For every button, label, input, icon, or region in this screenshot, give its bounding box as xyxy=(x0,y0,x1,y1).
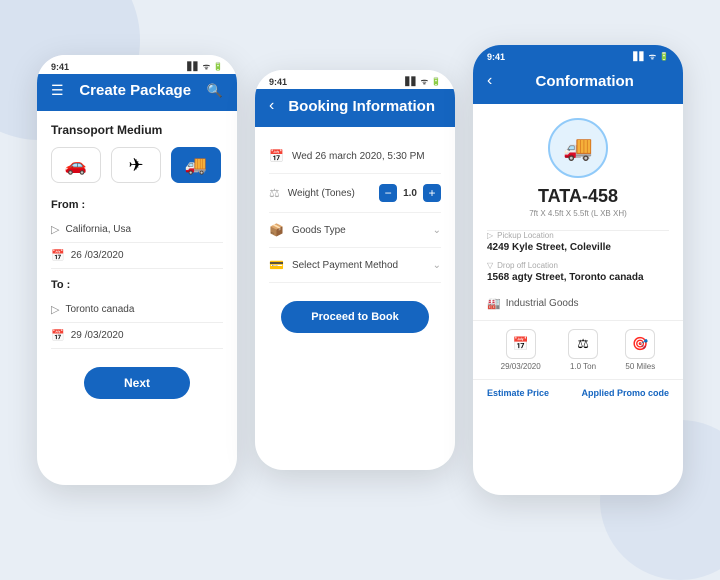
pickup-label: ▷ Pickup Location xyxy=(487,231,669,240)
datetime-value: Wed 26 march 2020, 5:30 PM xyxy=(292,151,441,162)
weight-info-item: ⚖ 1.0 Ton xyxy=(568,329,598,371)
goods-tag-icon: 🏭 xyxy=(487,297,501,310)
transport-options: 🚗 ✈ 🚚 xyxy=(51,147,223,183)
calendar-icon-booking: 📅 xyxy=(269,149,284,163)
to-label: To : xyxy=(51,279,223,291)
phone2-body: 📅 Wed 26 march 2020, 5:30 PM ⚖ Weight (T… xyxy=(255,127,455,345)
action-row: Estimate Price Applied Promo code xyxy=(473,379,683,408)
status-bar-1: 9:41 ▋▋ᯤ🔋 xyxy=(37,55,237,74)
phone1-body: Transoport Medium 🚗 ✈ 🚚 From : ▷ Califor… xyxy=(37,111,237,411)
chevron-payment-icon: ⌄ xyxy=(433,260,441,271)
location-icon-from: ▷ xyxy=(51,223,59,236)
estimate-price-link[interactable]: Estimate Price xyxy=(487,388,549,398)
chevron-goods-icon: ⌄ xyxy=(433,225,441,236)
pickup-value: 4249 Kyle Street, Coleville xyxy=(487,242,669,253)
from-label: From : xyxy=(51,199,223,211)
pickup-section: ▷ Pickup Location 4249 Kyle Street, Cole… xyxy=(473,231,683,297)
from-date-value: 26 /03/2020 xyxy=(71,250,124,261)
datetime-row: 📅 Wed 26 march 2020, 5:30 PM xyxy=(269,139,441,174)
status-bar-3: 9:41 ▋▋ᯤ🔋 xyxy=(473,45,683,64)
signal-icons-2: ▋▋ᯤ🔋 xyxy=(405,76,441,87)
next-button[interactable]: Next xyxy=(84,367,190,399)
page-title-1: Create Package xyxy=(72,82,199,99)
from-date-row: 📅 26 /03/2020 xyxy=(51,243,223,269)
payment-icon: 💳 xyxy=(269,258,284,272)
calendar-icon-from: 📅 xyxy=(51,249,65,262)
weight-minus-btn[interactable]: − xyxy=(379,184,397,202)
status-bar-2: 9:41 ▋▋ᯤ🔋 xyxy=(255,70,455,89)
date-info-label: 29/03/2020 xyxy=(501,362,541,371)
time-2: 9:41 xyxy=(269,77,287,87)
signal-icons-3: ▋▋ᯤ🔋 xyxy=(633,51,669,62)
phone-create-package: 9:41 ▋▋ᯤ🔋 ☰ Create Package 🔍 Transoport … xyxy=(37,55,237,485)
weight-icon: ⚖ xyxy=(269,186,280,200)
transport-truck[interactable]: 🚚 xyxy=(171,147,221,183)
time-1: 9:41 xyxy=(51,62,69,72)
miles-info-item: 🎯 50 Miles xyxy=(625,329,655,371)
weight-label: Weight (Tones) xyxy=(288,188,371,199)
proceed-button[interactable]: Proceed to Book xyxy=(281,301,428,333)
header-2: ‹ Booking Information xyxy=(255,89,455,127)
weight-info-icon: ⚖ xyxy=(568,329,598,359)
hamburger-icon[interactable]: ☰ xyxy=(51,82,64,99)
back-arrow-icon[interactable]: ‹ xyxy=(269,97,274,115)
info-icons-row: 📅 29/03/2020 ⚖ 1.0 Ton 🎯 50 Miles xyxy=(473,320,683,379)
time-3: 9:41 xyxy=(487,52,505,62)
dropoff-value: 1568 agty Street, Toronto canada xyxy=(487,272,669,283)
page-title-2: Booking Information xyxy=(282,98,441,115)
header-3: ‹ Conformation xyxy=(473,64,683,104)
pickup-arrow-icon: ▷ xyxy=(487,231,493,240)
phone-booking: 9:41 ▋▋ᯤ🔋 ‹ Booking Information 📅 Wed 26… xyxy=(255,70,455,470)
goods-tag: 🏭 Industrial Goods xyxy=(473,297,683,310)
dropoff-label: ▽ Drop off Location xyxy=(487,261,669,270)
header-1: ☰ Create Package 🔍 xyxy=(37,74,237,111)
goods-icon: 📦 xyxy=(269,223,284,237)
from-location-row: ▷ California, Usa xyxy=(51,217,223,243)
weight-info-label: 1.0 Ton xyxy=(570,362,596,371)
weight-row: ⚖ Weight (Tones) − 1.0 + xyxy=(269,174,441,213)
transport-plane[interactable]: ✈ xyxy=(111,147,161,183)
date-info-item: 📅 29/03/2020 xyxy=(501,329,541,371)
promo-code-link[interactable]: Applied Promo code xyxy=(581,388,669,398)
to-date-row: 📅 29 /03/2020 xyxy=(51,323,223,349)
phone-confirmation: 9:41 ▋▋ᯤ🔋 ‹ Conformation 🚚 TATA-458 7ft … xyxy=(473,45,683,495)
search-icon[interactable]: 🔍 xyxy=(207,83,223,99)
weight-value: 1.0 xyxy=(403,188,417,199)
to-location-row: ▷ Toronto canada xyxy=(51,297,223,323)
miles-info-label: 50 Miles xyxy=(625,362,655,371)
back-arrow-icon-confirm[interactable]: ‹ xyxy=(487,72,492,90)
page-title-3: Conformation xyxy=(500,73,669,90)
transport-car[interactable]: 🚗 xyxy=(51,147,101,183)
signal-icons-1: ▋▋ᯤ🔋 xyxy=(187,61,223,72)
to-location-value: Toronto canada xyxy=(65,304,134,315)
truck-icon-circle: 🚚 xyxy=(548,118,608,178)
transport-section-title: Transoport Medium xyxy=(51,123,223,137)
location-icon-to: ▷ xyxy=(51,303,59,316)
vehicle-dims: 7ft X 4.5ft X 5.5ft (L XB XH) xyxy=(473,209,683,218)
payment-label: Select Payment Method xyxy=(292,260,425,271)
vehicle-id: TATA-458 xyxy=(473,186,683,207)
to-date-value: 29 /03/2020 xyxy=(71,330,124,341)
date-info-icon: 📅 xyxy=(506,329,536,359)
calendar-icon-to: 📅 xyxy=(51,329,65,342)
miles-info-icon: 🎯 xyxy=(625,329,655,359)
payment-row[interactable]: 💳 Select Payment Method ⌄ xyxy=(269,248,441,283)
goods-row[interactable]: 📦 Goods Type ⌄ xyxy=(269,213,441,248)
weight-control: − 1.0 + xyxy=(379,184,441,202)
weight-plus-btn[interactable]: + xyxy=(423,184,441,202)
goods-label: Goods Type xyxy=(292,225,425,236)
from-location-value: California, Usa xyxy=(65,224,131,235)
dropoff-arrow-icon: ▽ xyxy=(487,261,493,270)
goods-type-value: Industrial Goods xyxy=(506,298,579,309)
